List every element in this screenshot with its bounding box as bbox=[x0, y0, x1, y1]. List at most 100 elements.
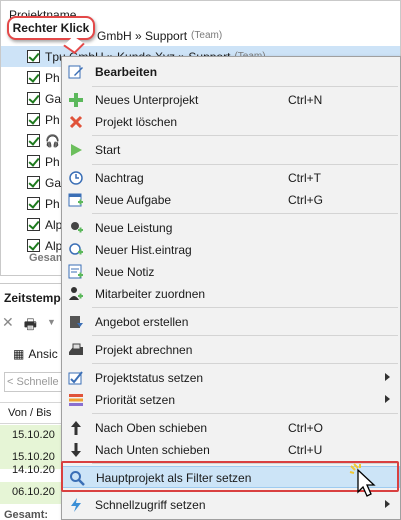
play-icon bbox=[68, 142, 84, 158]
submenu-arrow-icon bbox=[385, 395, 390, 403]
checkbox[interactable] bbox=[27, 218, 40, 231]
checkbox[interactable] bbox=[27, 92, 40, 105]
invoice-icon bbox=[68, 342, 84, 358]
menu-item-shortcut: Ctrl+T bbox=[288, 171, 321, 185]
menu-item-label: Nachtrag bbox=[95, 171, 144, 185]
checkbox[interactable] bbox=[27, 239, 40, 252]
note-icon bbox=[68, 264, 84, 280]
arrow-up-icon bbox=[68, 420, 84, 436]
search-icon bbox=[69, 470, 85, 486]
chevron-down-icon[interactable]: ▼ bbox=[47, 314, 56, 338]
menu-item-nach-unten-schieben[interactable]: Nach Unten schieben Ctrl+U bbox=[62, 439, 400, 461]
headset-icon: 🎧 bbox=[45, 133, 60, 148]
menu-separator bbox=[92, 363, 398, 364]
menu-item-label: Neue Leistung bbox=[95, 221, 173, 235]
menu-separator bbox=[92, 135, 398, 136]
menu-item-label: Hauptprojekt als Filter setzen bbox=[96, 471, 252, 485]
priority-icon bbox=[68, 392, 84, 408]
menu-item-projektstatus-setzen[interactable]: Projektstatus setzen bbox=[62, 367, 400, 389]
menu-item-neue-notiz[interactable]: Neue Notiz bbox=[62, 261, 400, 283]
view-button[interactable]: ▦ Ansic bbox=[13, 347, 58, 361]
menu-item-shortcut: Ctrl+G bbox=[288, 193, 324, 207]
menu-separator bbox=[92, 164, 398, 165]
menu-item-start[interactable]: Start bbox=[62, 139, 400, 161]
menu-separator bbox=[92, 213, 398, 214]
tree-row-label: Ga bbox=[45, 91, 62, 106]
team-tag: (Team) bbox=[191, 30, 223, 41]
right-click-callout: Rechter Klick bbox=[7, 16, 95, 40]
service-icon bbox=[68, 220, 84, 236]
menu-item-label: Neue Aufgabe bbox=[95, 193, 172, 207]
grid-icon: ▦ bbox=[13, 347, 25, 361]
clock-icon bbox=[68, 170, 84, 186]
checkbox[interactable] bbox=[27, 155, 40, 168]
menu-item-label: Schnellzugriff setzen bbox=[95, 498, 206, 512]
menu-item-neuer-hist-eintrag[interactable]: Neuer Hist.eintrag bbox=[62, 239, 400, 261]
user-add-icon bbox=[68, 286, 84, 302]
menu-item-mitarbeiter-zuordnen[interactable]: Mitarbeiter zuordnen bbox=[62, 283, 400, 305]
menu-item-nachtrag[interactable]: Nachtrag Ctrl+T bbox=[62, 167, 400, 189]
close-icon[interactable]: ✕ bbox=[2, 314, 14, 338]
menu-item-prioritaet-setzen[interactable]: Priorität setzen bbox=[62, 389, 400, 411]
menu-item-angebot-erstellen[interactable]: Angebot erstellen bbox=[62, 311, 400, 333]
menu-item-nach-oben-schieben[interactable]: Nach Oben schieben Ctrl+O bbox=[62, 417, 400, 439]
menu-item-shortcut: Ctrl+N bbox=[288, 93, 323, 107]
menu-separator bbox=[92, 86, 398, 87]
tree-row-label: GmbH » Support bbox=[97, 28, 188, 43]
tree-row-label: Ph bbox=[45, 70, 60, 85]
menu-item-label: Projekt abrechnen bbox=[95, 343, 193, 357]
checkbox[interactable] bbox=[27, 134, 40, 147]
menu-item-label: Projektstatus setzen bbox=[95, 371, 204, 385]
menu-item-label: Angebot erstellen bbox=[95, 315, 189, 329]
menu-item-label: Bearbeiten bbox=[95, 65, 158, 79]
menu-item-projekt-loeschen[interactable]: Projekt löschen bbox=[62, 111, 400, 133]
plus-icon bbox=[68, 92, 84, 108]
menu-separator bbox=[92, 413, 398, 414]
menu-item-label: Nach Unten schieben bbox=[95, 443, 210, 457]
menu-item-label: Priorität setzen bbox=[95, 393, 176, 407]
tree-row-label: Ph bbox=[45, 196, 60, 211]
mouse-cursor-icon bbox=[348, 462, 378, 501]
tree-row-label: Ph bbox=[45, 154, 60, 169]
menu-item-label: Neues Unterprojekt bbox=[95, 93, 199, 107]
checkbox[interactable] bbox=[27, 197, 40, 210]
bolt-icon bbox=[68, 497, 84, 513]
tree-row-label: Ph bbox=[45, 112, 60, 127]
quick-search-input[interactable]: < Schnelle bbox=[4, 372, 64, 392]
edit-icon bbox=[68, 64, 84, 80]
arrow-down-icon bbox=[68, 442, 84, 458]
offer-icon bbox=[68, 314, 84, 330]
menu-item-label: Nach Oben schieben bbox=[95, 421, 208, 435]
menu-item-projekt-abrechnen[interactable]: Projekt abrechnen bbox=[62, 339, 400, 361]
menu-item-neue-aufgabe[interactable]: Neue Aufgabe Ctrl+G bbox=[62, 189, 400, 211]
tree-row-label: Ga bbox=[45, 175, 62, 190]
tree-row-label: Alp bbox=[45, 238, 63, 253]
menu-item-bearbeiten[interactable]: Bearbeiten bbox=[62, 61, 400, 83]
panel-title: Zeitstemp bbox=[4, 291, 61, 305]
menu-item-label: Neuer Hist.eintrag bbox=[95, 243, 192, 257]
menu-item-neues-unterprojekt[interactable]: Neues Unterprojekt Ctrl+N bbox=[62, 89, 400, 111]
menu-item-shortcut: Ctrl+O bbox=[288, 421, 324, 435]
menu-item-label: Start bbox=[95, 143, 121, 157]
menu-item-label: Mitarbeiter zuordnen bbox=[95, 287, 206, 301]
checkbox[interactable] bbox=[27, 176, 40, 189]
task-icon bbox=[68, 192, 84, 208]
menu-item-shortcut: Ctrl+U bbox=[288, 443, 323, 457]
menu-item-label: Projekt löschen bbox=[95, 115, 178, 129]
print-icon[interactable]: 🖶 bbox=[24, 314, 37, 338]
time-toolbar: ✕ 🖶 ▼ bbox=[2, 314, 56, 338]
submenu-arrow-icon bbox=[385, 500, 390, 508]
history-icon bbox=[68, 242, 84, 258]
submenu-arrow-icon bbox=[385, 373, 390, 381]
time-total-label: Gesamt: bbox=[4, 509, 49, 520]
menu-separator bbox=[92, 335, 398, 336]
delete-icon bbox=[68, 114, 84, 130]
menu-item-neue-leistung[interactable]: Neue Leistung bbox=[62, 217, 400, 239]
checkbox[interactable] bbox=[27, 50, 40, 63]
menu-separator bbox=[92, 307, 398, 308]
checkbox[interactable] bbox=[27, 113, 40, 126]
context-menu: Bearbeiten Neues Unterprojekt Ctrl+N Pro… bbox=[61, 56, 401, 520]
checkbox[interactable] bbox=[27, 71, 40, 84]
callout-text: Rechter Klick bbox=[12, 21, 90, 35]
tree-row-label: Alp bbox=[45, 217, 63, 232]
